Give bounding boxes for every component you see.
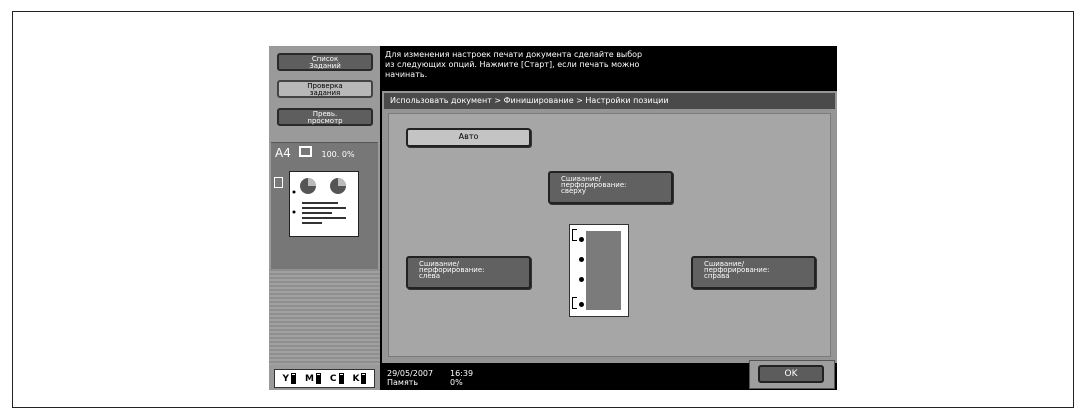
status-date: 29/05/2007 [387, 369, 434, 378]
memory-value: 0% [450, 378, 463, 387]
document-preview-panel: A4 100. 0% [271, 142, 378, 269]
copy-icon [274, 177, 283, 188]
check-job-button[interactable]: Проверка задания [277, 80, 373, 98]
copier-screen: Список Заданий Проверка задания Превь. п… [269, 46, 837, 390]
status-time: 16:39 [450, 369, 474, 378]
job-list-label-2: Заданий [309, 62, 341, 70]
document-thumbnail [289, 171, 359, 237]
paper-orientation-icon [298, 146, 312, 157]
toner-k: K [353, 373, 367, 384]
message-line-3: начинать. [385, 70, 428, 79]
sidebar-spacer [269, 269, 380, 365]
toner-levels: Y M C K [274, 369, 375, 388]
preview-label-2: просмотр [307, 117, 343, 125]
punch-hole-icon [579, 277, 584, 282]
instruction-message: Для изменения настроек печати документа … [385, 50, 825, 80]
thumbnail-graphic [292, 178, 346, 224]
message-line-2: из следующих опций. Нажмите [Старт], есл… [385, 60, 640, 69]
preview-button[interactable]: Превь. просмотр [277, 108, 373, 126]
paper-size: A4 [275, 146, 291, 160]
sidebar: Список Заданий Проверка задания Превь. п… [269, 46, 380, 390]
staple-icon-top [572, 229, 577, 241]
top-position-button[interactable]: Сшивание/ перфорирование: сверху [548, 171, 673, 204]
right-position-button[interactable]: Сшивание/ перфорирование: справа [691, 256, 816, 289]
ok-area: OK [749, 360, 835, 389]
staple-icon-bottom [572, 297, 577, 309]
punch-hole-icon [579, 302, 584, 307]
auto-button[interactable]: Авто [406, 128, 531, 147]
punch-hole-icon [579, 237, 584, 242]
ok-button[interactable]: OK [758, 365, 824, 383]
position-settings-area: Авто Сшивание/ перфорирование: сверху Сш… [388, 113, 831, 357]
left-position-button[interactable]: Сшивание/ перфорирование: слева [406, 256, 531, 289]
paper-info: A4 100. 0% [275, 146, 355, 160]
toner-m: M [305, 373, 321, 384]
job-list-button[interactable]: Список Заданий [277, 53, 373, 71]
memory-label: Память [387, 378, 419, 387]
toner-y: Y [282, 373, 297, 384]
main-panel: Использовать документ > Финиширование > … [382, 91, 837, 363]
check-job-label-2: задания [309, 89, 341, 97]
sheet-preview-icon [569, 224, 629, 317]
toner-c: C [330, 373, 344, 384]
zoom-level: 100. 0% [321, 150, 355, 159]
breadcrumb: Использовать документ > Финиширование > … [384, 93, 835, 109]
sheet-content [586, 231, 621, 310]
punch-hole-icon [579, 257, 584, 262]
message-line-1: Для изменения настроек печати документа … [385, 50, 643, 59]
